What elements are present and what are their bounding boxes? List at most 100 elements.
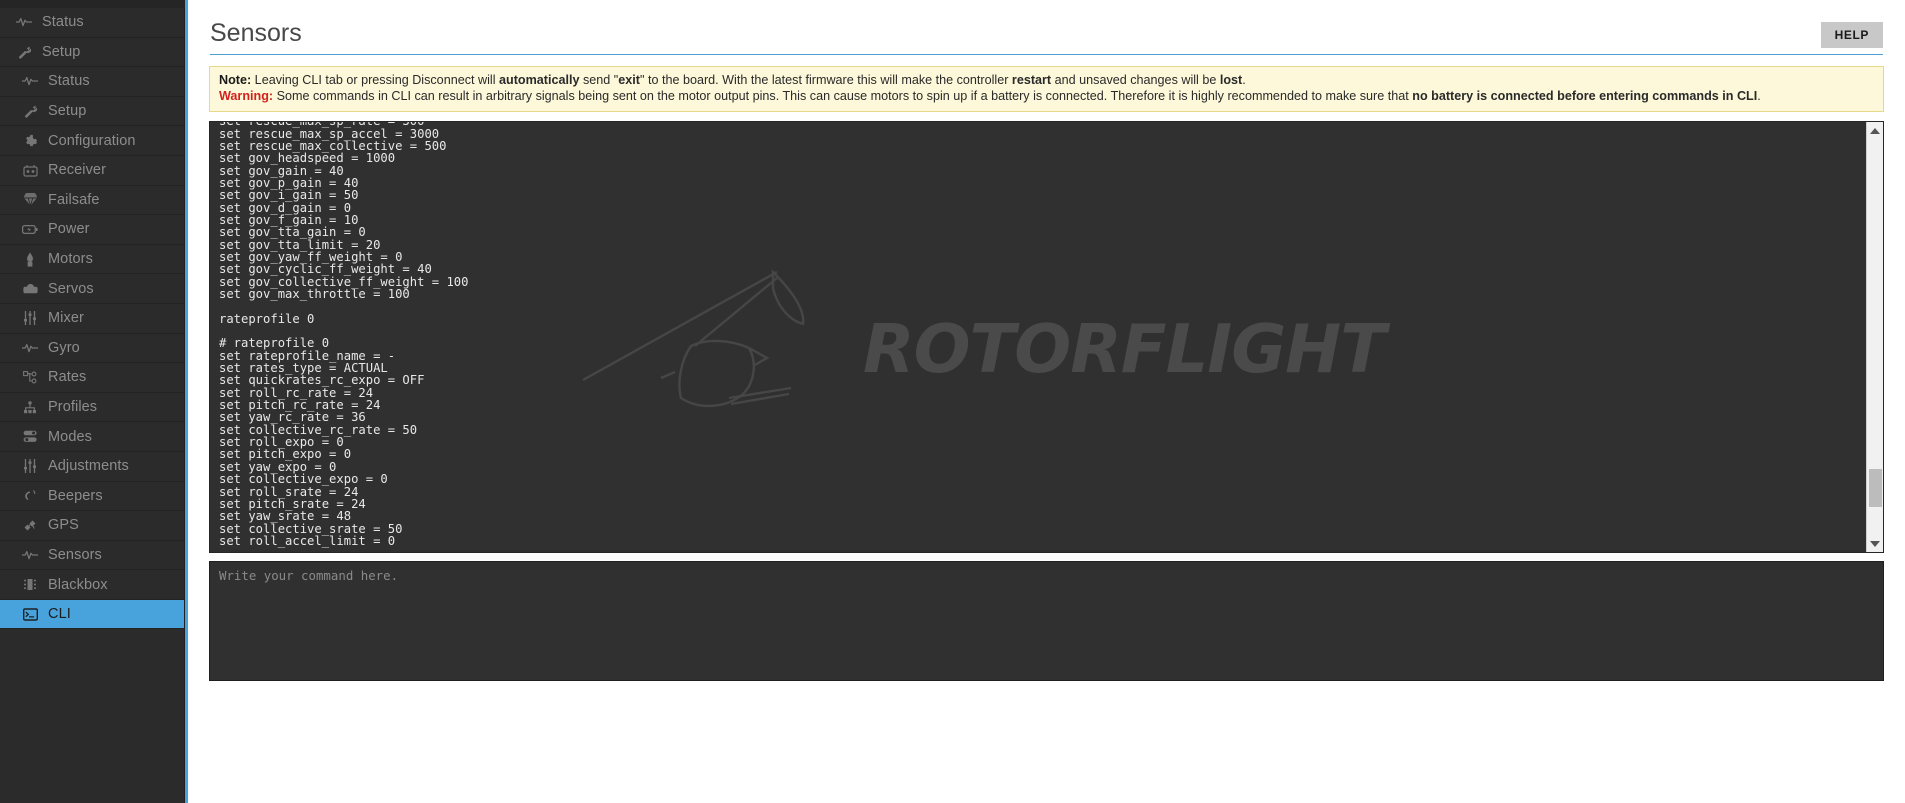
cli-line: set rates_type = ACTUAL xyxy=(219,361,388,376)
cli-scrollbar[interactable] xyxy=(1866,122,1883,553)
warning-label: Warning: xyxy=(219,88,274,103)
cli-command-input[interactable] xyxy=(209,561,1884,682)
sidebar-item-cli[interactable]: CLI xyxy=(0,599,184,630)
cli-warning-line: Warning: Some commands in CLI can result… xyxy=(219,89,1874,105)
sidebar-item-adjustments[interactable]: Adjustments xyxy=(0,452,184,482)
sidebar-item-configuration[interactable]: Configuration xyxy=(0,126,184,156)
toggles-icon xyxy=(20,429,40,445)
sidebar-item-receiver[interactable]: Receiver xyxy=(0,156,184,186)
scroll-up-button[interactable] xyxy=(1866,122,1883,140)
sidebar-item-label: Power xyxy=(48,221,90,238)
help-button[interactable]: HELP xyxy=(1820,22,1883,48)
sidebar-item-label: Configuration xyxy=(48,132,136,149)
sidebar-item-label: Profiles xyxy=(48,399,98,416)
terminal-icon xyxy=(20,606,40,622)
sidebar-item-label: Blackbox xyxy=(48,576,108,593)
pulse-icon xyxy=(20,547,40,563)
sidebar-nav: Status Setup Status Setup Configuration Recei… xyxy=(0,0,185,803)
cli-line: set quickrates_rc_expo = OFF xyxy=(219,373,425,388)
cli-line: set gov_max_throttle = 100 xyxy=(219,287,410,301)
sidebar-item-gyro[interactable]: Gyro xyxy=(0,334,184,364)
hierarchy-icon xyxy=(20,399,40,415)
cli-console-wrap: ROTORFLIGHT set rescue_max_sp_rate = 300… xyxy=(209,121,1884,554)
gear-icon xyxy=(20,133,40,149)
sidebar-item-label: Setup xyxy=(42,43,81,60)
sidebar-item-mixer[interactable]: Mixer xyxy=(0,304,184,334)
battery-icon xyxy=(20,221,40,237)
tab-header: Sensors HELP xyxy=(188,0,1905,55)
scroll-down-button[interactable] xyxy=(1866,535,1883,553)
cli-scrollbar-track[interactable] xyxy=(1867,139,1883,536)
sidebar-item-setup[interactable]: Setup xyxy=(0,97,184,127)
cli-line: set collective_rc_rate = 50 xyxy=(219,422,418,437)
cli-line: set yaw_srate = 48 xyxy=(219,509,352,524)
sidebar-item-failsafe[interactable]: Failsafe xyxy=(0,186,184,216)
cli-line: set pitch_rc_rate = 24 xyxy=(219,398,381,413)
chip-icon xyxy=(20,577,40,593)
app-window: Status Setup Status Setup Configuration Recei… xyxy=(0,0,1905,803)
cli-line: set roll_expo = 0 xyxy=(219,435,344,450)
sidebar-item-gps[interactable]: GPS xyxy=(0,511,184,541)
cli-line: set gov_headspeed = 1000 xyxy=(219,151,396,166)
cli-line: set gov_p_gain = 40 xyxy=(219,175,359,190)
satellite-icon xyxy=(20,517,40,533)
sidebar-item-status[interactable]: Status xyxy=(0,8,184,38)
note-text: Leaving CLI tab or pressing Disconnect w… xyxy=(251,73,1246,87)
cli-scrollbar-thumb[interactable] xyxy=(1869,469,1882,508)
cli-output-text[interactable]: set rescue_max_sp_rate = 300 set rescue_m… xyxy=(210,122,1866,552)
main-content: Sensors HELP Note: Leaving CLI tab or pr… xyxy=(185,0,1905,803)
pulse-icon xyxy=(20,73,40,89)
sidebar-item-sensors[interactable]: Sensors xyxy=(0,541,184,571)
cli-line: set rescue_max_collective = 500 xyxy=(219,138,447,153)
chevron-up-icon xyxy=(1870,127,1880,134)
sidebar-item-status[interactable]: Status xyxy=(0,67,184,97)
sidebar-item-profiles[interactable]: Profiles xyxy=(0,393,184,423)
sidebar-item-modes[interactable]: Modes xyxy=(0,422,184,452)
cli-line: set yaw_rc_rate = 36 xyxy=(219,410,366,425)
warning-text: Some commands in CLI can result in arbit… xyxy=(273,88,1761,103)
sidebar-item-label: Servos xyxy=(48,280,94,297)
cli-line: set gov_cyclic_ff_weight = 40 xyxy=(219,262,432,277)
sidebar-item-motors[interactable]: Motors xyxy=(0,245,184,275)
pulse-icon xyxy=(14,14,34,30)
wrench-icon xyxy=(14,44,34,60)
cli-line: set gov_tta_limit = 20 xyxy=(219,237,381,252)
cli-line: set pitch_expo = 0 xyxy=(219,447,352,462)
cli-line: set rescue_max_sp_accel = 3000 xyxy=(219,126,440,141)
sliders-icon xyxy=(20,310,40,326)
cli-line: set roll_rc_rate = 24 xyxy=(219,385,374,400)
sidebar-item-label: Sensors xyxy=(48,546,102,563)
sidebar-item-label: Setup xyxy=(48,103,87,120)
sidebar-item-label: Rates xyxy=(48,369,87,386)
cli-line: set collective_expo = 0 xyxy=(219,472,388,487)
sidebar-item-label: Motors xyxy=(48,251,93,268)
cli-output-panel: ROTORFLIGHT set rescue_max_sp_rate = 300… xyxy=(209,121,1884,554)
sidebar-item-beepers[interactable]: Beepers xyxy=(0,482,184,512)
pulse-icon xyxy=(20,340,40,356)
sidebar-item-label: Beepers xyxy=(48,487,103,504)
sidebar-item-blackbox[interactable]: Blackbox xyxy=(0,570,184,600)
cli-line xyxy=(219,300,1866,312)
sidebar-item-label: Mixer xyxy=(48,310,84,327)
sidebar-item-label: Modes xyxy=(48,428,93,445)
sidebar-item-servos[interactable]: Servos xyxy=(0,274,184,304)
speaker-icon xyxy=(20,488,40,504)
sidebar-item-label: Adjustments xyxy=(48,458,129,475)
cli-line: set gov_i_gain = 50 xyxy=(219,188,359,203)
cli-note-line: Note: Leaving CLI tab or pressing Discon… xyxy=(219,73,1874,89)
sidebar-item-setup[interactable]: Setup xyxy=(0,38,184,68)
cli-line: set roll_srate = 24 xyxy=(219,484,359,499)
sidebar-item-label: Failsafe xyxy=(48,191,100,208)
cli-line: set pitch_srate = 24 xyxy=(219,496,366,511)
cli-notice-box: Note: Leaving CLI tab or pressing Discon… xyxy=(209,66,1884,113)
sliders-icon xyxy=(20,458,40,474)
parachute-icon xyxy=(20,192,40,208)
motor-icon xyxy=(20,251,40,267)
cli-line: set collective_srate = 50 xyxy=(219,521,403,536)
sidebar-item-power[interactable]: Power xyxy=(0,215,184,245)
cli-line: set rateprofile_name = - xyxy=(219,348,396,363)
sidebar-item-rates[interactable]: Rates xyxy=(0,363,184,393)
cli-line: set yaw_expo = 0 xyxy=(219,459,337,474)
cli-line: set gov_f_gain = 10 xyxy=(219,212,359,227)
cli-line: set gov_gain = 40 xyxy=(219,163,344,178)
